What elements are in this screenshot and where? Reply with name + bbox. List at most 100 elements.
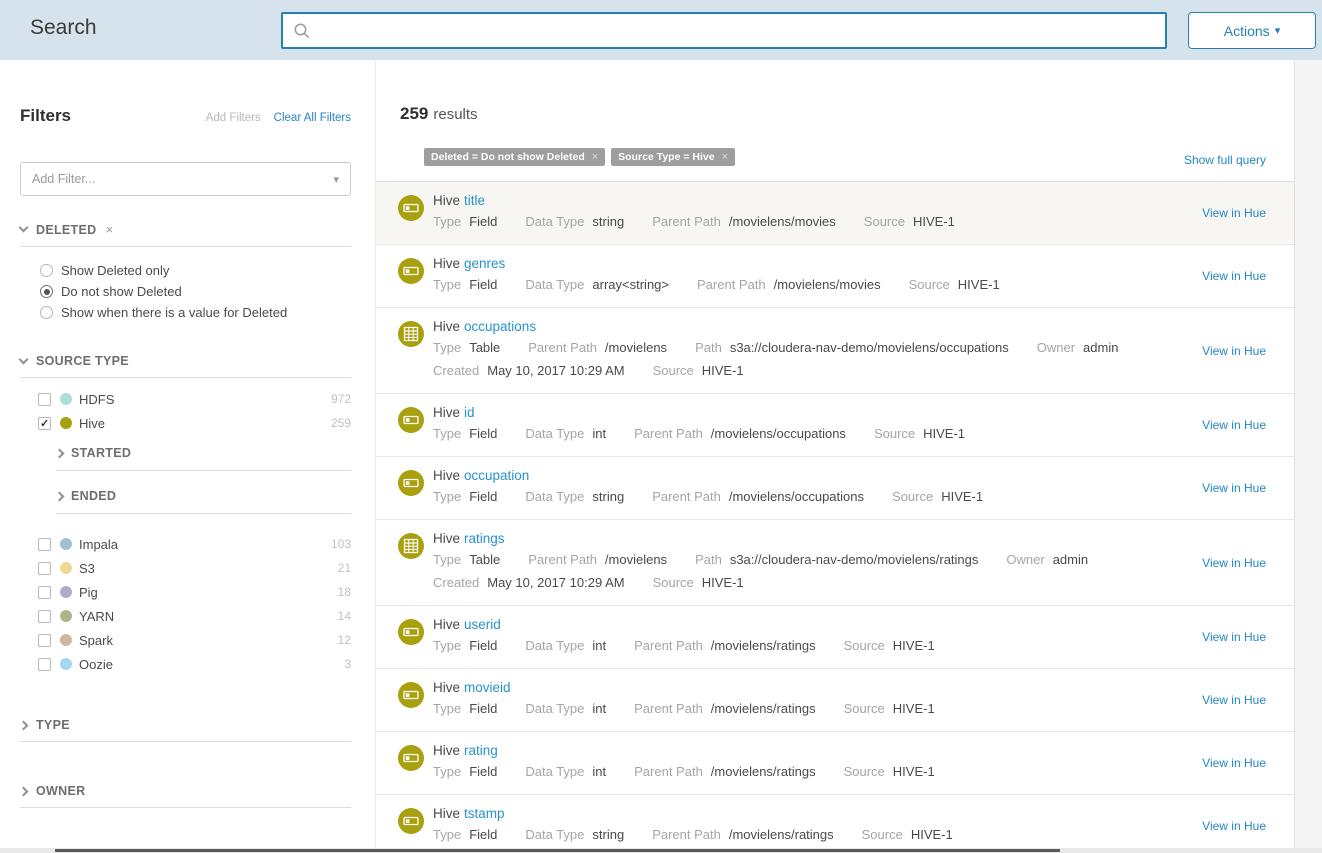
meta-value: int <box>592 701 606 716</box>
checkbox[interactable] <box>38 562 51 575</box>
show-full-query-link[interactable]: Show full query <box>1184 153 1266 167</box>
meta-label: Source <box>844 764 885 779</box>
view-in-hue-link[interactable]: View in Hue <box>1202 206 1266 220</box>
view-in-hue-link[interactable]: View in Hue <box>1202 556 1266 570</box>
entity-meta-pair: Data Typestring <box>525 488 624 506</box>
entity-meta-pair: TypeField <box>433 213 497 231</box>
entity-meta-line: TypeField Data Typearray<string> Parent … <box>433 276 1164 294</box>
entity-source-prefix: Hive <box>433 806 460 821</box>
entity-meta-pair: Data Typestring <box>525 213 624 231</box>
entity-meta-line: TypeField Data Typestring Parent Path/mo… <box>433 826 1164 844</box>
search-box[interactable] <box>281 12 1167 49</box>
view-in-hue-link[interactable]: View in Hue <box>1202 756 1266 770</box>
meta-label: Source <box>844 701 885 716</box>
result-row: Hive tstamp TypeField Data Typestring Par… <box>376 795 1294 853</box>
meta-label: Type <box>433 827 461 842</box>
source-type-item[interactable]: Hive 259 <box>38 411 351 435</box>
entity-link[interactable]: movieid <box>464 680 511 695</box>
meta-label: Owner <box>1006 552 1044 567</box>
view-in-hue-link[interactable]: View in Hue <box>1202 269 1266 283</box>
entity-link[interactable]: occupations <box>464 319 536 334</box>
source-type-item[interactable]: Impala 103 <box>38 532 351 556</box>
deleted-radio-option[interactable]: Do not show Deleted <box>40 281 351 302</box>
close-icon[interactable]: × <box>722 151 728 163</box>
entity-link[interactable]: id <box>464 405 475 420</box>
entity-meta-line: CreatedMay 10, 2017 10:29 AM SourceHIVE-… <box>433 574 1164 592</box>
entity-link[interactable]: title <box>464 193 485 208</box>
meta-value: /movielens <box>605 552 667 567</box>
search-input[interactable] <box>319 23 1155 39</box>
filter-section-deleted[interactable]: DELETED × <box>20 222 351 247</box>
meta-value: Field <box>469 638 497 653</box>
meta-value: /movielens/movies <box>729 214 836 229</box>
entity-title: Hiveid <box>433 405 1164 420</box>
filter-section-source-type[interactable]: SOURCE TYPE <box>20 354 351 378</box>
filter-chip[interactable]: Source Type = Hive × <box>611 148 735 166</box>
checkbox[interactable] <box>38 393 51 406</box>
entity-link[interactable]: ratings <box>464 531 505 546</box>
filter-subsection[interactable]: ENDED <box>56 489 351 514</box>
view-in-hue-link[interactable]: View in Hue <box>1202 819 1266 833</box>
entity-source-prefix: Hive <box>433 405 460 420</box>
radio-label: Show Deleted only <box>61 263 169 278</box>
entity-link[interactable]: rating <box>464 743 498 758</box>
entity-link[interactable]: tstamp <box>464 806 505 821</box>
meta-value: Field <box>469 426 497 441</box>
view-in-hue-link[interactable]: View in Hue <box>1202 481 1266 495</box>
meta-label: Created <box>433 363 479 378</box>
source-color-dot <box>60 634 72 646</box>
entity-meta-pair: SourceHIVE-1 <box>844 637 935 655</box>
entity-meta-pair: TypeField <box>433 425 497 443</box>
meta-value: admin <box>1083 340 1118 355</box>
entity-link[interactable]: userid <box>464 617 501 632</box>
entity-title: Hive movieid <box>433 680 1164 695</box>
entity-link[interactable]: genres <box>464 256 505 271</box>
entity-meta-pair: SourceHIVE-1 <box>864 213 955 231</box>
radio-button[interactable] <box>40 285 53 298</box>
filter-section-collapsed[interactable]: OWNER <box>20 784 351 808</box>
meta-value: HIVE-1 <box>893 638 935 653</box>
source-type-item[interactable]: YARN 14 <box>38 604 351 628</box>
filter-chip[interactable]: Deleted = Do not show Deleted × <box>424 148 605 166</box>
add-filter-select[interactable]: Add Filter... ▾ <box>20 162 351 196</box>
view-in-hue-link[interactable]: View in Hue <box>1202 693 1266 707</box>
meta-value: HIVE-1 <box>911 827 953 842</box>
horizontal-scrollbar-track[interactable] <box>0 848 1322 853</box>
entity-meta-pair: SourceHIVE-1 <box>844 763 935 781</box>
radio-button[interactable] <box>40 264 53 277</box>
source-type-item[interactable]: Spark 12 <box>38 628 351 652</box>
horizontal-scrollbar-thumb[interactable] <box>55 849 1060 852</box>
entity-link[interactable]: occupation <box>464 468 529 483</box>
meta-value: int <box>592 638 606 653</box>
source-type-count: 3 <box>344 657 351 671</box>
radio-button[interactable] <box>40 306 53 319</box>
checkbox[interactable] <box>38 610 51 623</box>
remove-filter-icon[interactable]: × <box>105 222 113 237</box>
checkbox[interactable] <box>38 538 51 551</box>
source-type-item[interactable]: Oozie 3 <box>38 652 351 676</box>
source-type-item[interactable]: S3 21 <box>38 556 351 580</box>
view-in-hue-link[interactable]: View in Hue <box>1202 344 1266 358</box>
checkbox[interactable] <box>38 586 51 599</box>
deleted-radio-option[interactable]: Show Deleted only <box>40 260 351 281</box>
add-filters-button[interactable]: Add Filters <box>206 112 261 124</box>
meta-label: Created <box>433 575 479 590</box>
source-type-item[interactable]: HDFS 972 <box>38 387 351 411</box>
deleted-radio-option[interactable]: Show when there is a value for Deleted <box>40 302 351 323</box>
close-icon[interactable]: × <box>592 151 598 163</box>
filter-subsection[interactable]: STARTED <box>56 446 351 471</box>
filter-section-collapsed[interactable]: TYPE <box>20 718 351 742</box>
checkbox[interactable] <box>38 417 51 430</box>
view-in-hue-link[interactable]: View in Hue <box>1202 418 1266 432</box>
filter-section-label: DELETED <box>36 223 96 237</box>
clear-all-filters-link[interactable]: Clear All Filters <box>274 112 351 124</box>
filter-subsection-label: ENDED <box>71 489 116 503</box>
checkbox[interactable] <box>38 634 51 647</box>
view-in-hue-link[interactable]: View in Hue <box>1202 630 1266 644</box>
entity-source-prefix: Hive <box>433 680 460 695</box>
entity-meta-pair: Data Typearray<string> <box>525 276 669 294</box>
source-type-item[interactable]: Pig 18 <box>38 580 351 604</box>
actions-button[interactable]: Actions ▾ <box>1188 12 1316 49</box>
checkbox[interactable] <box>38 658 51 671</box>
entity-type-icon <box>398 195 424 221</box>
